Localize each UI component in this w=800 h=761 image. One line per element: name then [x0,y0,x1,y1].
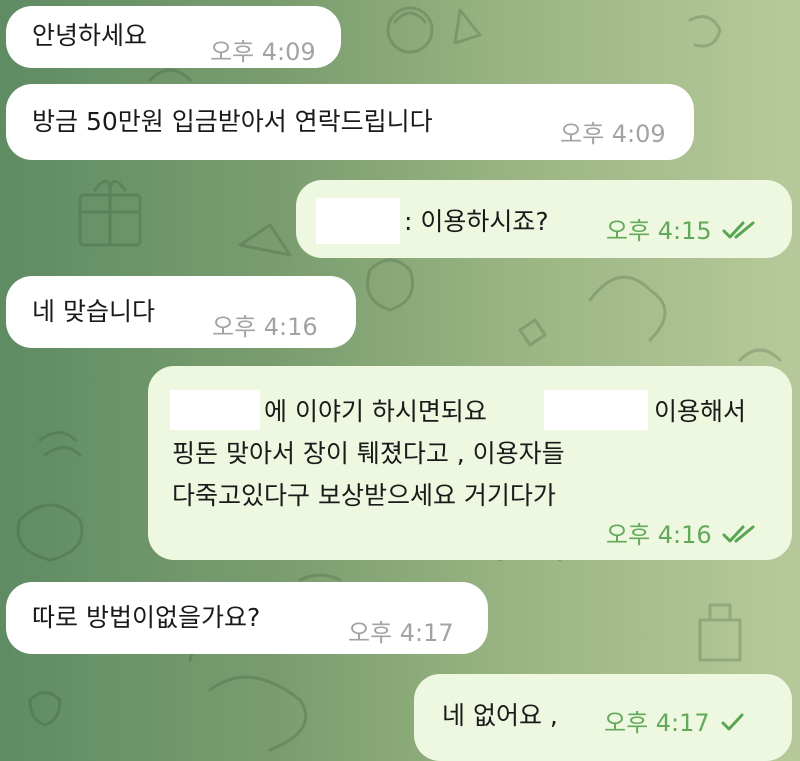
message-time: 오후 4:16 [606,520,756,551]
double-check-icon [722,521,756,551]
message-time-label: 오후 4:17 [604,709,710,737]
incoming-message[interactable]: 안녕하세요 오후 4:09 [6,6,341,68]
message-text-line: 에 이야기 하시면되요 [264,397,487,426]
double-check-icon [722,217,756,247]
single-check-icon [720,709,744,739]
message-text: 안녕하세요 [32,21,148,50]
message-time-label: 오후 4:16 [606,521,712,549]
incoming-message[interactable]: 방금 50만원 입금받아서 연락드립니다 오후 4:09 [6,84,694,160]
message-text: 네 맞습니다 [32,297,155,326]
outgoing-message[interactable]: 에 이야기 하시면되요 이용해서 핑돈 맞아서 장이 퉤졌다고 , 이용자들 다… [148,366,792,560]
message-text: 방금 50만원 입금받아서 연락드립니다 [32,107,433,136]
message-text: 네 없어요 , [442,701,558,730]
message-time: 오후 4:17 [604,708,744,739]
redacted-text [544,390,648,430]
message-time: 오후 4:09 [560,120,666,148]
message-text: : 이용하시죠? [404,207,549,236]
message-time: 오후 4:16 [212,313,318,341]
outgoing-message[interactable]: : 이용하시죠? 오후 4:15 [296,180,792,258]
outgoing-message[interactable]: 네 없어요 , 오후 4:17 [414,674,792,761]
message-time: 오후 4:09 [210,38,316,66]
message-time: 오후 4:15 [606,216,756,247]
message-time: 오후 4:17 [348,619,454,647]
message-text-line: 이용해서 [654,397,747,426]
incoming-message[interactable]: 네 맞습니다 오후 4:16 [6,276,356,348]
incoming-message[interactable]: 따로 방법이없을가요? 오후 4:17 [6,582,488,654]
message-text-line: 핑돈 맞아서 장이 퉤졌다고 , 이용자들 [172,439,565,468]
message-text: 따로 방법이없을가요? [32,603,261,632]
message-text-line: 다죽고있다구 보상받으세요 거기다가 [172,481,556,510]
message-time-label: 오후 4:15 [606,217,712,245]
redacted-text [316,198,400,244]
redacted-text [170,390,260,430]
